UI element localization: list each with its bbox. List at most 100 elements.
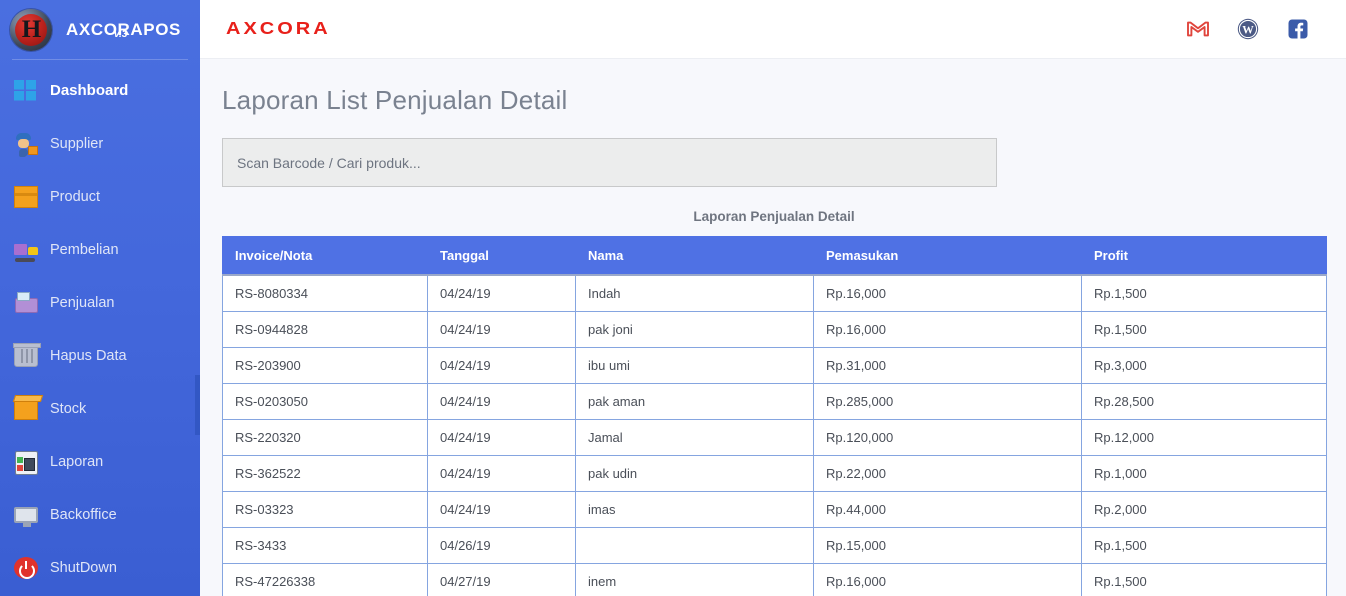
gmail-icon[interactable] [1186, 17, 1210, 41]
cell-pemasukan: Rp.16,000 [813, 274, 1082, 312]
app-root: AXCORAPOS v.3 Dashboard Supplier Product… [0, 0, 1346, 596]
table-body: RS-8080334 04/24/19 Indah Rp.16,000 Rp.1… [222, 274, 1327, 596]
cell-invoice: RS-362522 [222, 455, 428, 492]
cell-pemasukan: Rp.16,000 [813, 563, 1082, 596]
cell-nama: pak joni [575, 311, 814, 348]
cell-nama: Jamal [575, 419, 814, 456]
cell-nama: ibu umi [575, 347, 814, 384]
sidebar-nav: Dashboard Supplier Product Pembelian Pen… [0, 60, 200, 594]
cell-profit: Rp.12,000 [1081, 419, 1327, 456]
sidebar-item-hapus-data[interactable]: Hapus Data [0, 329, 200, 382]
sidebar-item-backoffice[interactable]: Backoffice [0, 488, 200, 541]
cell-profit: Rp.2,000 [1081, 491, 1327, 528]
sidebar-item-label: Hapus Data [50, 347, 127, 364]
cell-tanggal: 04/24/19 [427, 419, 576, 456]
sidebar-item-penjualan[interactable]: Penjualan [0, 276, 200, 329]
cell-pemasukan: Rp.15,000 [813, 527, 1082, 564]
sidebar-item-label: Penjualan [50, 294, 115, 311]
cell-invoice: RS-03323 [222, 491, 428, 528]
page-content: Laporan List Penjualan Detail Laporan Pe… [200, 59, 1346, 596]
cell-invoice: RS-0203050 [222, 383, 428, 420]
table-row[interactable]: RS-03323 04/24/19 imas Rp.44,000 Rp.2,00… [222, 491, 1327, 528]
cell-nama: pak udin [575, 455, 814, 492]
sidebar-item-product[interactable]: Product [0, 170, 200, 223]
power-off-icon [14, 556, 38, 579]
table-row[interactable]: RS-47226338 04/27/19 inem Rp.16,000 Rp.1… [222, 563, 1327, 596]
search-input[interactable] [222, 138, 997, 187]
sidebar-item-laporan[interactable]: Laporan [0, 435, 200, 488]
table-row[interactable]: RS-0944828 04/24/19 pak joni Rp.16,000 R… [222, 311, 1327, 348]
table-row[interactable]: RS-3433 04/26/19 Rp.15,000 Rp.1,500 [222, 527, 1327, 564]
svg-text:W: W [1242, 24, 1254, 36]
cell-pemasukan: Rp.16,000 [813, 311, 1082, 348]
supplier-worker-icon [14, 132, 38, 155]
cell-profit: Rp.1,000 [1081, 455, 1327, 492]
sidebar-item-label: ShutDown [50, 559, 117, 576]
table-header-row: Invoice/Nota Tanggal Nama Pemasukan Prof… [222, 236, 1327, 276]
cell-tanggal: 04/27/19 [427, 563, 576, 596]
table-row[interactable]: RS-203900 04/24/19 ibu umi Rp.31,000 Rp.… [222, 347, 1327, 384]
cell-pemasukan: Rp.31,000 [813, 347, 1082, 384]
main-area: AXCORA W Laporan List Penjualan Detail S… [200, 0, 1346, 596]
cell-pemasukan: Rp.285,000 [813, 383, 1082, 420]
table-head: Invoice/Nota Tanggal Nama Pemasukan Prof… [222, 236, 1327, 276]
sidebar-item-label: Supplier [50, 135, 104, 152]
sidebar-item-label: Dashboard [50, 82, 129, 99]
windows-grid-icon [14, 79, 38, 102]
cell-profit: Rp.1,500 [1081, 563, 1327, 596]
sidebar-item-supplier[interactable]: Supplier [0, 117, 200, 170]
cell-invoice: RS-203900 [222, 347, 428, 384]
wordpress-icon[interactable]: W [1236, 17, 1260, 41]
cell-tanggal: 04/26/19 [427, 527, 576, 564]
cell-profit: Rp.1,500 [1081, 527, 1327, 564]
sidebar-item-stock[interactable]: Stock [0, 382, 200, 435]
column-header-tanggal[interactable]: Tanggal [427, 236, 576, 276]
table-row[interactable]: RS-8080334 04/24/19 Indah Rp.16,000 Rp.1… [222, 274, 1327, 312]
cell-profit: Rp.28,500 [1081, 383, 1327, 420]
axcora-h-logo-icon [10, 8, 52, 51]
topbar: AXCORA W [200, 0, 1346, 59]
facebook-icon[interactable] [1286, 17, 1310, 41]
cell-nama: imas [575, 491, 814, 528]
topbar-icon-group: W [1186, 17, 1310, 41]
cell-nama [575, 527, 814, 564]
cell-invoice: RS-0944828 [222, 311, 428, 348]
table-row[interactable]: RS-0203050 04/24/19 pak aman Rp.285,000 … [222, 383, 1327, 420]
cell-profit: Rp.3,000 [1081, 347, 1327, 384]
axcora-wordmark: AXCORA [226, 19, 331, 39]
sidebar-item-label: Stock [50, 400, 87, 417]
column-header-pemasukan[interactable]: Pemasukan [813, 236, 1082, 276]
cell-pemasukan: Rp.22,000 [813, 455, 1082, 492]
column-header-invoice[interactable]: Invoice/Nota [222, 236, 428, 276]
cell-profit: Rp.1,500 [1081, 274, 1327, 312]
table-row[interactable]: RS-220320 04/24/19 Jamal Rp.120,000 Rp.1… [222, 419, 1327, 456]
sidebar-item-dashboard[interactable]: Dashboard [0, 64, 200, 117]
sidebar-item-shutdown[interactable]: ShutDown [0, 541, 200, 594]
cash-register-icon [14, 291, 38, 314]
stock-carton-icon [14, 397, 38, 420]
cell-invoice: RS-3433 [222, 527, 428, 564]
column-header-profit[interactable]: Profit [1081, 236, 1327, 276]
cell-tanggal: 04/24/19 [427, 311, 576, 348]
table-row[interactable]: RS-362522 04/24/19 pak udin Rp.22,000 Rp… [222, 455, 1327, 492]
cell-tanggal: 04/24/19 [427, 274, 576, 312]
brand-text-wrap: AXCORAPOS v.3 [66, 20, 181, 40]
delivery-truck-icon [14, 239, 38, 262]
sidebar-item-label: Pembelian [50, 241, 119, 258]
report-clipboard-icon [14, 450, 38, 475]
sidebar-item-label: Backoffice [50, 506, 117, 523]
column-header-nama[interactable]: Nama [575, 236, 814, 276]
cell-tanggal: 04/24/19 [427, 383, 576, 420]
sidebar-brand[interactable]: AXCORAPOS v.3 [0, 0, 200, 59]
brand-version: v.3 [114, 28, 128, 40]
cell-profit: Rp.1,500 [1081, 311, 1327, 348]
cell-tanggal: 04/24/19 [427, 347, 576, 384]
sidebar-item-label: Laporan [50, 453, 104, 470]
product-box-icon [14, 185, 38, 208]
cell-pemasukan: Rp.120,000 [813, 419, 1082, 456]
page-title: Laporan List Penjualan Detail [222, 85, 568, 115]
sidebar-item-pembelian[interactable]: Pembelian [0, 223, 200, 276]
sales-detail-table: Invoice/Nota Tanggal Nama Pemasukan Prof… [222, 236, 1327, 596]
desktop-monitor-icon [14, 506, 38, 527]
sidebar-item-label: Product [50, 188, 100, 205]
